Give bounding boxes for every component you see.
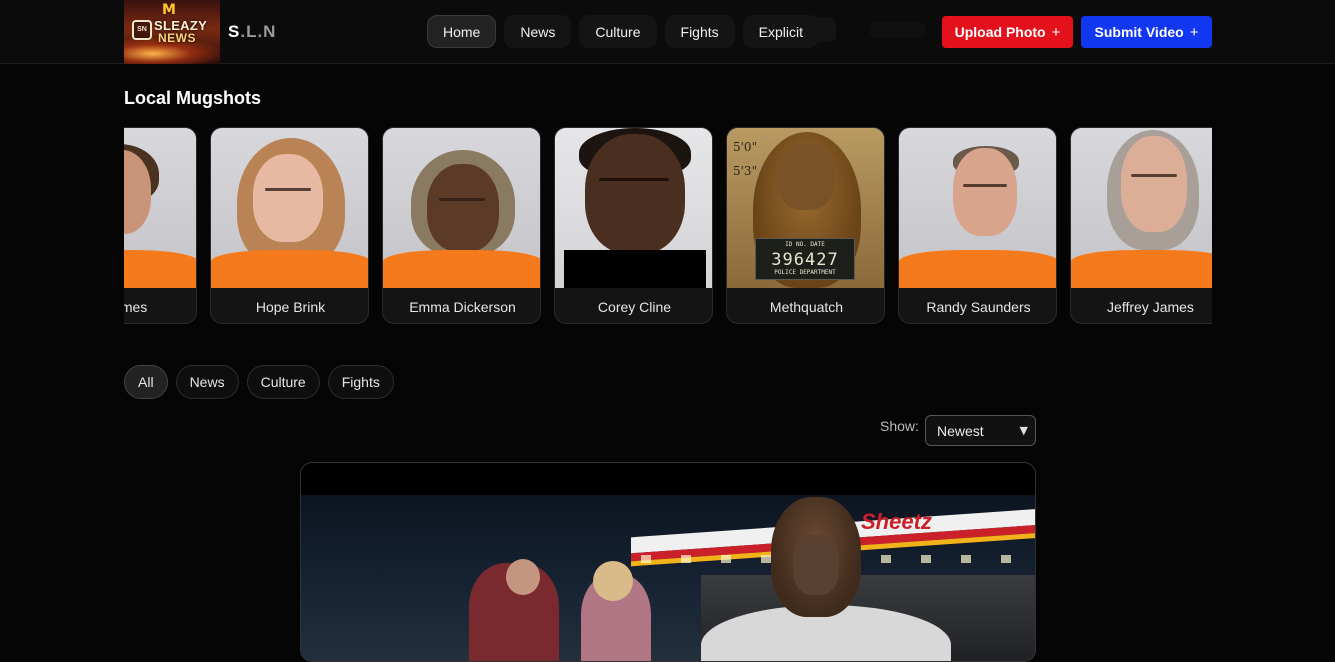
filter-news[interactable]: News <box>175 365 239 399</box>
main-nav: Home News Culture Fights Explicit <box>427 15 819 48</box>
mugshot-card[interactable]: Corey Cline <box>554 127 713 324</box>
submit-video-button[interactable]: Submit Video + <box>1081 16 1212 48</box>
upload-photo-button[interactable]: Upload Photo + <box>942 16 1073 48</box>
mugshot-card[interactable]: Emma Dickerson <box>382 127 541 324</box>
nav-culture[interactable]: Culture <box>579 15 657 48</box>
plus-icon: + <box>1189 23 1199 41</box>
plus-icon: + <box>1051 23 1061 41</box>
mugshot-photo <box>1071 128 1212 288</box>
mugshot-name: Groomes <box>124 298 148 315</box>
site-logo[interactable]: M SN SLEAZY NEWS <box>124 0 220 64</box>
mugshot-photo <box>555 128 712 288</box>
site-name-rest: .L.N <box>240 22 277 41</box>
chevron-down-icon: ▼ <box>1019 424 1028 437</box>
faded-icon <box>812 18 836 42</box>
mugshot-photo: 5'0" 5'3" ID NO. DATE 396427 POLICE DEPA… <box>727 128 884 288</box>
mugshot-photo <box>211 128 368 288</box>
nav-fights[interactable]: Fights <box>664 15 735 48</box>
mugshot-name: Methquatch <box>769 298 844 315</box>
mugshot-card[interactable]: 5'0" 5'3" ID NO. DATE 396427 POLICE DEPA… <box>726 127 885 324</box>
faded-control <box>870 22 926 38</box>
mugshot-card[interactable]: Groomes <box>124 127 197 324</box>
arches-icon: M <box>162 2 176 18</box>
mugshot-photo <box>383 128 540 288</box>
mugshot-carousel[interactable]: Groomes Hope Brink Emma Dickerson <box>124 127 1212 327</box>
mugshot-photo <box>124 128 196 288</box>
filter-all[interactable]: All <box>124 365 168 399</box>
submit-video-label: Submit Video <box>1094 24 1184 40</box>
logo-badge: SN <box>132 20 152 40</box>
mugshot-card[interactable]: Randy Saunders <box>898 127 1057 324</box>
height-mark: 5'0" <box>733 140 758 154</box>
redaction-bar <box>564 250 706 288</box>
mugshot-name: Emma Dickerson <box>409 298 516 315</box>
filter-fights[interactable]: Fights <box>327 365 394 399</box>
mugshot-card[interactable]: Jeffrey James <box>1070 127 1212 324</box>
section-title-mugshots: Local Mugshots <box>124 88 262 108</box>
top-navigation-bar: M SN SLEAZY NEWS S.L.N Home News Culture… <box>0 0 1335 64</box>
upload-photo-label: Upload Photo <box>954 24 1046 40</box>
gas-station-sign: Sheetz <box>861 509 932 534</box>
mugshot-name: Jeffrey James <box>1107 298 1194 315</box>
sort-label: Show: <box>880 418 919 434</box>
sort-select-value: Newest <box>937 422 984 439</box>
mugshot-name: Hope Brink <box>255 298 326 315</box>
filter-culture[interactable]: Culture <box>246 365 320 399</box>
site-name[interactable]: S.L.N <box>228 22 276 42</box>
featured-video[interactable]: Sheetz <box>300 462 1036 662</box>
height-mark: 5'3" <box>733 164 758 178</box>
site-name-first: S <box>228 22 241 41</box>
booking-placard: ID NO. DATE 396427 POLICE DEPARTMENT <box>755 238 855 280</box>
nav-news[interactable]: News <box>504 15 572 48</box>
mugshot-name: Randy Saunders <box>926 298 1031 315</box>
mugshot-card[interactable]: Hope Brink <box>210 127 369 324</box>
nav-home[interactable]: Home <box>427 15 497 48</box>
mugshot-photo <box>899 128 1056 288</box>
sort-select[interactable]: Newest ▼ <box>925 415 1036 446</box>
category-filters: All News Culture Fights <box>124 365 394 399</box>
mugshot-name: Corey Cline <box>597 298 672 315</box>
logo-line-2: NEWS <box>158 31 196 45</box>
nav-explicit[interactable]: Explicit <box>742 15 819 48</box>
